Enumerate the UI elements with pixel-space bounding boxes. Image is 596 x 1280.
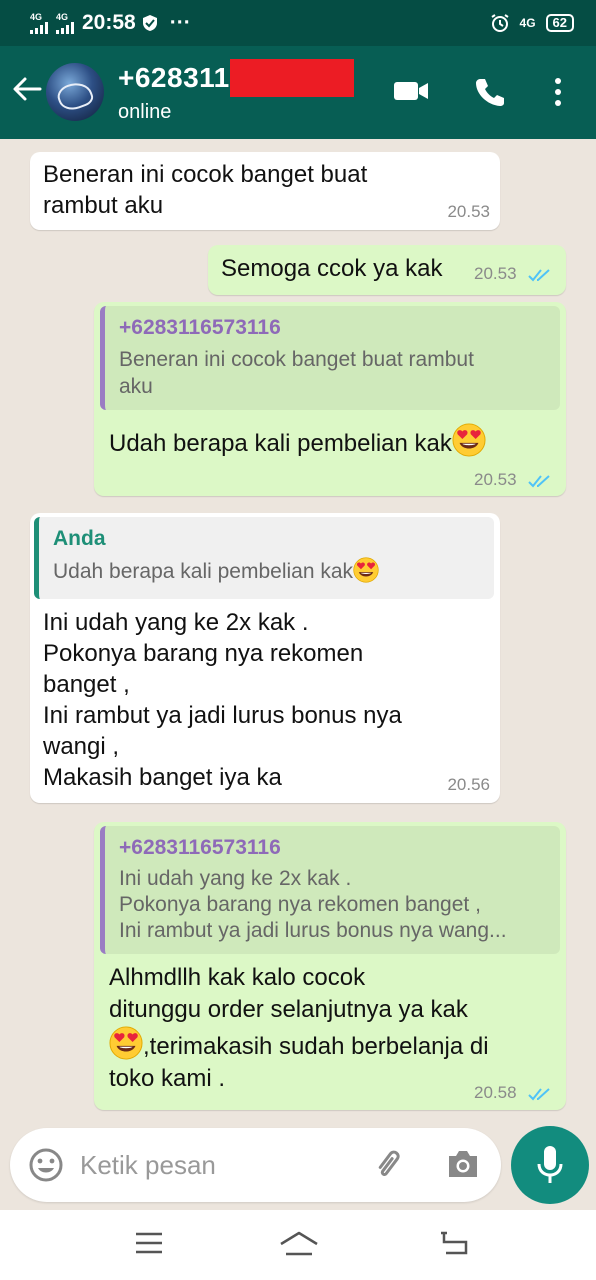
network-type: 4G [519,16,536,30]
status-bar: 4G 4G 20:58 ··· 4G 62 [0,0,596,46]
double-check-icon [528,473,554,489]
status-dots: ··· [169,11,191,34]
chat-header: +628311 online [0,46,596,139]
shield-icon [142,15,157,31]
message-incoming[interactable]: Beneran ini cocok banget buat rambut aku… [30,152,500,230]
mic-icon [537,1146,563,1183]
double-check-icon [528,1086,554,1102]
video-call-icon[interactable] [392,76,430,106]
quoted-message[interactable]: Anda Udah berapa kali pembelian kak [34,517,494,599]
quoted-message[interactable]: +6283116573116 Beneran ini cocok banget … [100,306,560,410]
heart-eyes-emoji [109,1026,143,1060]
back-arrow-icon[interactable] [10,72,44,106]
redaction-box [230,59,354,97]
signal-icon: 4G [30,12,48,34]
message-time: 20.53 [474,470,517,489]
home-icon[interactable] [278,1230,320,1258]
contact-status: online [118,101,172,123]
double-check-icon [528,267,554,283]
system-nav-bar [0,1210,596,1280]
message-time: 20.53 [447,202,490,221]
attach-icon[interactable] [372,1146,408,1184]
message-outgoing[interactable]: Semoga ccok ya kak 20.53 [208,245,566,295]
camera-icon[interactable] [445,1147,481,1181]
message-time: 20.58 [474,1083,517,1102]
emoji-icon[interactable] [28,1147,64,1183]
message-time: 20.56 [447,775,490,794]
more-options-icon[interactable] [553,76,563,108]
message-outgoing-reply[interactable]: +6283116573116 Ini udah yang ke 2x kak .… [94,822,566,1110]
avatar[interactable] [46,63,104,121]
mic-button[interactable] [511,1126,589,1204]
heart-eyes-emoji [452,423,486,457]
signal-icon: 4G [56,12,74,34]
phone-icon[interactable] [473,76,505,108]
message-outgoing-reply[interactable]: +6283116573116 Beneran ini cocok banget … [94,302,566,496]
message-incoming-reply[interactable]: Anda Udah berapa kali pembelian kak Ini … [30,513,500,803]
message-time: 20.53 [474,264,517,283]
heart-eyes-emoji [353,557,379,583]
contact-name[interactable]: +628311 [118,62,230,94]
chat-area: Beneran ini cocok banget buat rambut aku… [0,139,596,1129]
message-input-bar[interactable]: Ketik pesan [10,1128,501,1202]
menu-icon[interactable] [134,1230,164,1256]
message-input[interactable]: Ketik pesan [80,1150,216,1181]
quoted-message[interactable]: +6283116573116 Ini udah yang ke 2x kak .… [100,826,560,954]
alarm-icon [490,14,509,32]
status-time: 20:58 [82,11,136,34]
battery-indicator: 62 [545,14,574,32]
back-icon[interactable] [438,1230,470,1256]
